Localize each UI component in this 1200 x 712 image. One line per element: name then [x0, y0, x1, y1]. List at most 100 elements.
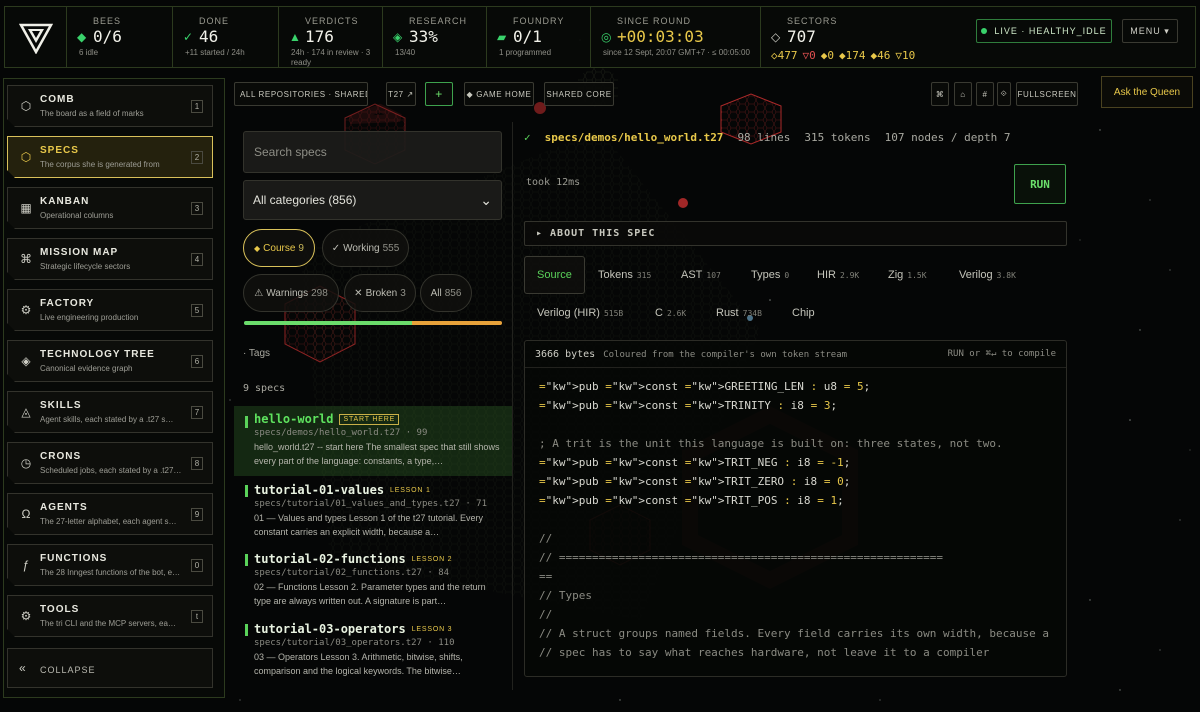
spec-list-item[interactable]: tutorial-01-values LESSON 1 specs/tutoria…	[234, 481, 512, 547]
menu-button[interactable]: MENU ▾	[1122, 19, 1178, 43]
tab-types[interactable]: Types 0	[751, 256, 789, 294]
repository-selector[interactable]: ALL REPOSITORIES · SHARED M…	[234, 82, 368, 106]
spec-name: tutorial-01-values	[254, 483, 385, 497]
code-line: //	[539, 532, 553, 545]
sidebar-item-crons[interactable]: ◷ CRONS Scheduled jobs, each stated by a .…	[7, 442, 213, 484]
spec-list-item[interactable]: hello-world START HERE specs/demos/hello_…	[234, 406, 512, 476]
sidebar-item-mission-map[interactable]: ⌘ MISSION MAP Strategic lifecycle sectors 4	[7, 238, 213, 280]
sidebar-item-functions[interactable]: ƒ FUNCTIONS The 28 Inngest functions of th…	[7, 544, 213, 586]
spec-file-name: specs/demos/hello_world.t27	[544, 131, 724, 144]
stat-sub: 6 idle	[79, 48, 99, 57]
sidebar-item-agents[interactable]: Ω AGENTS The 27-letter alphabet, each agen…	[7, 493, 213, 535]
live-status-label: LIVE · HEALTHY_IDLE	[994, 26, 1107, 36]
stat-value: 707	[787, 27, 816, 46]
stat-value: 0/6	[93, 27, 122, 46]
game-home-button[interactable]: ◆ GAME HOME	[464, 82, 534, 106]
sidebar-item-comb[interactable]: ⬡ COMB The board as a field of marks 1	[7, 85, 213, 127]
spec-name: tutorial-02-functions	[254, 552, 406, 566]
tab-rust[interactable]: Rust 734B	[716, 294, 762, 332]
stat-value: 46	[199, 27, 219, 46]
shortcut-key: 2	[191, 151, 203, 164]
tab-ast[interactable]: AST 107	[681, 256, 721, 294]
gear-icon: ⚙	[20, 303, 32, 317]
tab-label: Tokens	[598, 269, 633, 281]
fullscreen-button[interactable]: FULLSCREEN	[1016, 82, 1078, 106]
spec-node-count: 107 nodes / depth 7	[884, 131, 1011, 144]
sidebar-item-title: SKILLS	[40, 400, 82, 411]
code-line: ="kw">pub ="kw">const ="kw">TRINITY : i8…	[539, 399, 838, 412]
filter-chip-warnings[interactable]: ⚠ Warnings 298	[243, 274, 339, 312]
logo[interactable]	[5, 7, 67, 67]
tab-hir[interactable]: HIR 2.9K	[817, 256, 859, 294]
sidebar-item-sub: Live engineering production	[40, 313, 139, 322]
stat-bees: BEES ◆ 0/6 6 idle	[67, 7, 173, 67]
kanban-grid-icon: ▦	[20, 201, 32, 215]
tab-verilog[interactable]: Verilog 3.8K	[959, 256, 1016, 294]
shared-core-button[interactable]: SHARED CORE	[544, 82, 614, 106]
tab-verilog-hir[interactable]: Verilog (HIR) 515B	[537, 294, 623, 332]
stat-sectors: SECTORS ◇ 707 ◇477 ▽0 ◆0 ◆174 ◆46 ▽10	[761, 7, 969, 67]
check-icon: ✓	[331, 242, 341, 254]
tab-label: HIR	[817, 269, 836, 281]
tags-toggle[interactable]: · Tags	[243, 348, 270, 359]
tab-chip[interactable]: Chip	[792, 294, 815, 332]
sidebar-item-sub: The tri CLI and the MCP servers, ea…	[40, 619, 176, 628]
sidebar-item-skills[interactable]: ◬ SKILLS Agent skills, each stated by a .t…	[7, 391, 213, 433]
spec-path: specs/tutorial/03_operators.t27 · 110	[254, 638, 455, 648]
code-line: ="kw">pub ="kw">const ="kw">GREETING_LEN…	[539, 380, 871, 393]
sidebar-item-factory[interactable]: ⚙ FACTORY Live engineering production 5	[7, 289, 213, 331]
stat-label: VERDICTS	[305, 16, 359, 26]
stat-value: 0/1	[513, 27, 542, 46]
code-line: ="kw">pub ="kw">const ="kw">TRIT_POS : i…	[539, 494, 844, 507]
category-select[interactable]: All categories (856) ⌄	[243, 180, 502, 220]
sidebar-item-sub: The 27-letter alphabet, each agent s…	[40, 517, 177, 526]
search-input[interactable]: Search specs	[243, 131, 502, 173]
sidebar-item-title: TECHNOLOGY TREE	[40, 349, 155, 360]
shortcut-key: 7	[191, 406, 203, 419]
sidebar-item-technology-tree[interactable]: ◈ TECHNOLOGY TREE Canonical evidence graph…	[7, 340, 213, 382]
sidebar-item-sub: Agent skills, each stated by a .t27 s…	[40, 415, 174, 424]
command-icon-button[interactable]: ⌘	[931, 82, 949, 106]
add-button[interactable]: +	[425, 82, 453, 106]
sidebar-item-title: TOOLS	[40, 604, 80, 615]
home-icon-button[interactable]: ⌂	[954, 82, 972, 106]
tab-zig[interactable]: Zig 1.5K	[888, 256, 927, 294]
collapse-sidebar-button[interactable]: « COLLAPSE	[7, 648, 213, 688]
sidebar-item-tools[interactable]: ⚙ TOOLS The tri CLI and the MCP servers, e…	[7, 595, 213, 637]
chip-label: Warnings	[266, 287, 309, 299]
stat-label: FOUNDRY	[513, 16, 565, 26]
sidebar-item-kanban[interactable]: ▦ KANBAN Operational columns 3	[7, 187, 213, 229]
spec-list-item[interactable]: tutorial-03-operators LESSON 3 specs/tuto…	[234, 620, 512, 686]
diamond-icon: ◆	[254, 243, 261, 253]
t27-link-button[interactable]: T27 ↗	[386, 82, 416, 106]
code-line: // Types	[539, 589, 592, 602]
filter-chip-all[interactable]: All 856	[420, 274, 472, 312]
chip-label: Working	[343, 242, 380, 254]
shortcut-key: 0	[191, 559, 203, 572]
tab-tokens[interactable]: Tokens 315	[598, 256, 651, 294]
filter-chip-broken[interactable]: ✕ Broken 3	[344, 274, 416, 312]
category-selected-value: All categories (856)	[253, 193, 357, 207]
code-body[interactable]: ="kw">pub ="kw">const ="kw">GREETING_LEN…	[525, 368, 1066, 671]
tab-count: 515B	[603, 308, 624, 318]
live-status-button[interactable]: LIVE · HEALTHY_IDLE	[976, 19, 1112, 43]
spec-list-item[interactable]: tutorial-02-functions LESSON 2 specs/tuto…	[234, 550, 512, 616]
hash-icon-button[interactable]: #	[976, 82, 994, 106]
tab-c[interactable]: C 2.6K	[655, 294, 686, 332]
ask-the-queen-button[interactable]: Ask the Queen	[1101, 76, 1193, 108]
compile-hint: RUN or ⌘↵ to compile	[947, 349, 1056, 359]
tab-source[interactable]: Source	[524, 256, 585, 294]
target-icon: ◎	[601, 29, 612, 44]
run-button[interactable]: RUN	[1014, 164, 1066, 204]
sidebar-item-specs[interactable]: ⬡ SPECS The corpus she is generated from 2	[7, 136, 213, 178]
check-icon: ✓	[183, 29, 194, 44]
about-spec-toggle[interactable]: ▸ ABOUT THIS SPEC	[524, 221, 1067, 246]
filter-chip-course[interactable]: ◆ Course 9	[243, 229, 315, 267]
tab-count: 1.5K	[907, 270, 927, 280]
stat-label: SECTORS	[787, 16, 838, 26]
hexagon-icon: ⬡	[20, 99, 32, 113]
code-line: // spec has to say what reaches hardware…	[539, 646, 990, 659]
filter-chip-working[interactable]: ✓ Working 555	[322, 229, 409, 267]
diamond-icon-button[interactable]: ⟐	[997, 82, 1011, 106]
